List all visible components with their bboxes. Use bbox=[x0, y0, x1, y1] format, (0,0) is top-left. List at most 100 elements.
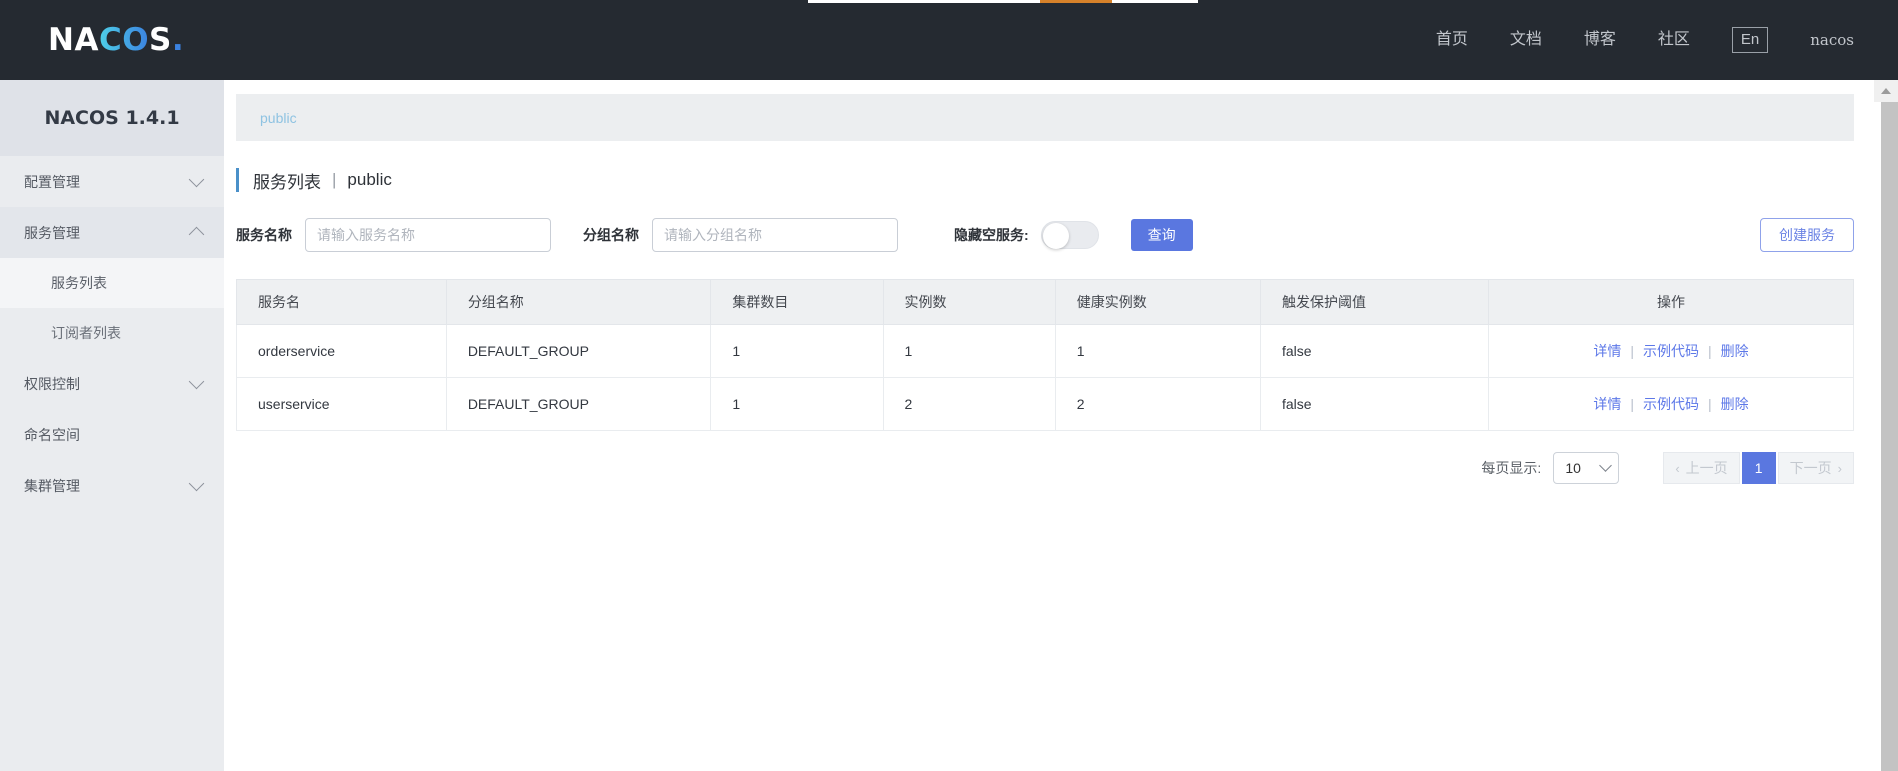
scrollbar-thumb[interactable] bbox=[1881, 102, 1898, 771]
cell-operations: 详情 | 示例代码 | 删除 bbox=[1488, 377, 1854, 431]
toggle-knob bbox=[1042, 223, 1069, 249]
top-nav-links: 首页 文档 博客 社区 En nacos bbox=[1394, 27, 1854, 53]
cell-group-name: DEFAULT_GROUP bbox=[446, 324, 712, 378]
sidebar-item-namespace[interactable]: 命名空间 bbox=[0, 409, 224, 460]
sidebar-item-subscriber-list[interactable]: 订阅者列表 bbox=[0, 308, 224, 358]
service-table-wrapper: 服务名 分组名称 集群数目 实例数 健康实例数 触发保护阈值 操作 orders… bbox=[236, 279, 1854, 431]
table-header-row: 服务名 分组名称 集群数目 实例数 健康实例数 触发保护阈值 操作 bbox=[236, 279, 1854, 325]
group-name-label: 分组名称 bbox=[583, 227, 639, 243]
service-table-header: 服务名 分组名称 集群数目 实例数 健康实例数 触发保护阈值 操作 bbox=[236, 279, 1854, 325]
sidebar-item-service-management[interactable]: 服务管理 bbox=[0, 207, 224, 258]
service-name-label: 服务名称 bbox=[236, 227, 292, 243]
language-switch-button[interactable]: En bbox=[1731, 27, 1769, 53]
action-separator: | bbox=[1708, 396, 1712, 412]
page-title-separator: | bbox=[332, 170, 337, 189]
sidebar-version-title: NACOS 1.4.1 bbox=[0, 80, 224, 156]
column-header-protect-threshold: 触发保护阈值 bbox=[1260, 279, 1490, 325]
pagination: 每页显示: 10 ‹ 上一页 1 下一页 › bbox=[224, 452, 1854, 484]
vertical-scrollbar[interactable] bbox=[1874, 80, 1898, 771]
sidebar-item-service-list[interactable]: 服务列表 bbox=[0, 258, 224, 308]
sidebar-item-label: 命名空间 bbox=[24, 426, 80, 443]
scrollbar-up-button[interactable] bbox=[1874, 80, 1898, 102]
service-table-body: orderservice DEFAULT_GROUP 1 1 1 false 详… bbox=[236, 324, 1854, 431]
detail-link[interactable]: 详情 bbox=[1593, 343, 1621, 359]
hide-empty-service-toggle[interactable] bbox=[1040, 221, 1099, 249]
prev-page-button[interactable]: ‹ 上一页 bbox=[1663, 452, 1740, 484]
page-title-text: 服务列表 bbox=[253, 172, 321, 192]
cell-protect-threshold: false bbox=[1260, 324, 1490, 378]
triangle-up-icon bbox=[1881, 88, 1891, 94]
action-separator: | bbox=[1630, 343, 1635, 359]
sidebar-item-permission-control[interactable]: 权限控制 bbox=[0, 358, 224, 409]
pagination-buttons: ‹ 上一页 1 下一页 › bbox=[1661, 452, 1854, 484]
cell-operations: 详情 | 示例代码 | 删除 bbox=[1488, 324, 1854, 378]
next-page-button[interactable]: 下一页 › bbox=[1777, 452, 1854, 484]
group-name-input[interactable] bbox=[652, 218, 898, 252]
page-size-label: 每页显示: bbox=[1481, 460, 1542, 476]
delete-link[interactable]: 删除 bbox=[1721, 343, 1749, 359]
main-content: public 服务列表 | public 服务名称 分组名称 隐藏空服务: 查询… bbox=[224, 80, 1874, 771]
logo-text-s: S bbox=[149, 22, 172, 58]
next-page-label: 下一页 bbox=[1789, 460, 1832, 476]
action-separator: | bbox=[1708, 343, 1712, 359]
page-loading-progress bbox=[1040, 0, 1112, 3]
chevron-left-icon: ‹ bbox=[1675, 460, 1680, 476]
topnav-item-blog[interactable]: 博客 bbox=[1584, 32, 1616, 48]
top-navigation-bar: NA CO S. 首页 文档 博客 社区 En nacos bbox=[0, 0, 1898, 80]
page-size-select[interactable]: 10 bbox=[1553, 452, 1620, 484]
sidebar-item-cluster-management[interactable]: 集群管理 bbox=[0, 460, 224, 511]
chevron-right-icon: › bbox=[1837, 460, 1842, 476]
breadcrumb: public bbox=[236, 94, 1854, 141]
sidebar-item-config-management[interactable]: 配置管理 bbox=[0, 156, 224, 207]
chevron-down-icon bbox=[188, 475, 205, 491]
service-table: 服务名 分组名称 集群数目 实例数 健康实例数 触发保护阈值 操作 orders… bbox=[236, 279, 1854, 431]
query-button[interactable]: 查询 bbox=[1130, 219, 1193, 251]
chevron-down-icon bbox=[1599, 459, 1613, 472]
table-row[interactable]: userservice DEFAULT_GROUP 1 2 2 false 详情… bbox=[236, 377, 1854, 431]
sample-code-link[interactable]: 示例代码 bbox=[1643, 343, 1699, 359]
sidebar-item-label: 权限控制 bbox=[24, 375, 80, 392]
filter-toolbar: 服务名称 分组名称 隐藏空服务: 查询 创建服务 bbox=[236, 218, 1874, 252]
cell-instance-count: 2 bbox=[883, 377, 1056, 431]
page-loading-strip bbox=[808, 0, 1198, 3]
chevron-down-icon bbox=[188, 171, 205, 187]
column-header-instance-count: 实例数 bbox=[883, 279, 1056, 325]
topnav-item-community[interactable]: 社区 bbox=[1658, 32, 1690, 48]
cell-cluster-count: 1 bbox=[710, 377, 884, 431]
column-header-healthy-instance-count: 健康实例数 bbox=[1055, 279, 1261, 325]
cell-protect-threshold: false bbox=[1260, 377, 1490, 431]
cell-healthy-instance-count: 1 bbox=[1055, 324, 1261, 378]
breadcrumb-namespace-link[interactable]: public bbox=[260, 110, 297, 126]
sample-code-link[interactable]: 示例代码 bbox=[1643, 396, 1699, 412]
delete-link[interactable]: 删除 bbox=[1721, 396, 1749, 412]
cell-group-name: DEFAULT_GROUP bbox=[446, 377, 712, 431]
cell-service-name: userservice bbox=[236, 377, 447, 431]
create-service-button[interactable]: 创建服务 bbox=[1760, 218, 1854, 252]
chevron-up-icon bbox=[188, 226, 205, 243]
user-account-label[interactable]: nacos bbox=[1810, 31, 1854, 49]
page-number-button-1[interactable]: 1 bbox=[1741, 452, 1776, 484]
chevron-down-icon bbox=[188, 373, 205, 389]
cell-service-name: orderservice bbox=[236, 324, 447, 378]
column-header-group-name: 分组名称 bbox=[446, 279, 712, 325]
topnav-item-docs[interactable]: 文档 bbox=[1510, 32, 1542, 48]
cell-cluster-count: 1 bbox=[710, 324, 884, 378]
topnav-item-home[interactable]: 首页 bbox=[1436, 32, 1468, 48]
sidebar-item-label: 服务管理 bbox=[24, 224, 80, 241]
logo-text-na: NA bbox=[48, 22, 99, 58]
sidebar-item-label: 集群管理 bbox=[24, 477, 80, 494]
page-size-value: 10 bbox=[1565, 460, 1581, 476]
logo-dot: . bbox=[171, 22, 185, 58]
service-name-input[interactable] bbox=[305, 218, 551, 252]
detail-link[interactable]: 详情 bbox=[1593, 396, 1621, 412]
column-header-operations: 操作 bbox=[1488, 279, 1854, 325]
action-separator: | bbox=[1630, 396, 1635, 412]
logo-text-co: CO bbox=[98, 22, 150, 58]
page-title-namespace: public bbox=[347, 170, 392, 189]
sidebar-item-label: 配置管理 bbox=[24, 173, 80, 190]
column-header-service-name: 服务名 bbox=[236, 279, 447, 325]
table-row[interactable]: orderservice DEFAULT_GROUP 1 1 1 false 详… bbox=[236, 324, 1854, 378]
nacos-logo[interactable]: NA CO S. bbox=[48, 22, 184, 58]
column-header-cluster-count: 集群数目 bbox=[710, 279, 884, 325]
cell-healthy-instance-count: 2 bbox=[1055, 377, 1261, 431]
